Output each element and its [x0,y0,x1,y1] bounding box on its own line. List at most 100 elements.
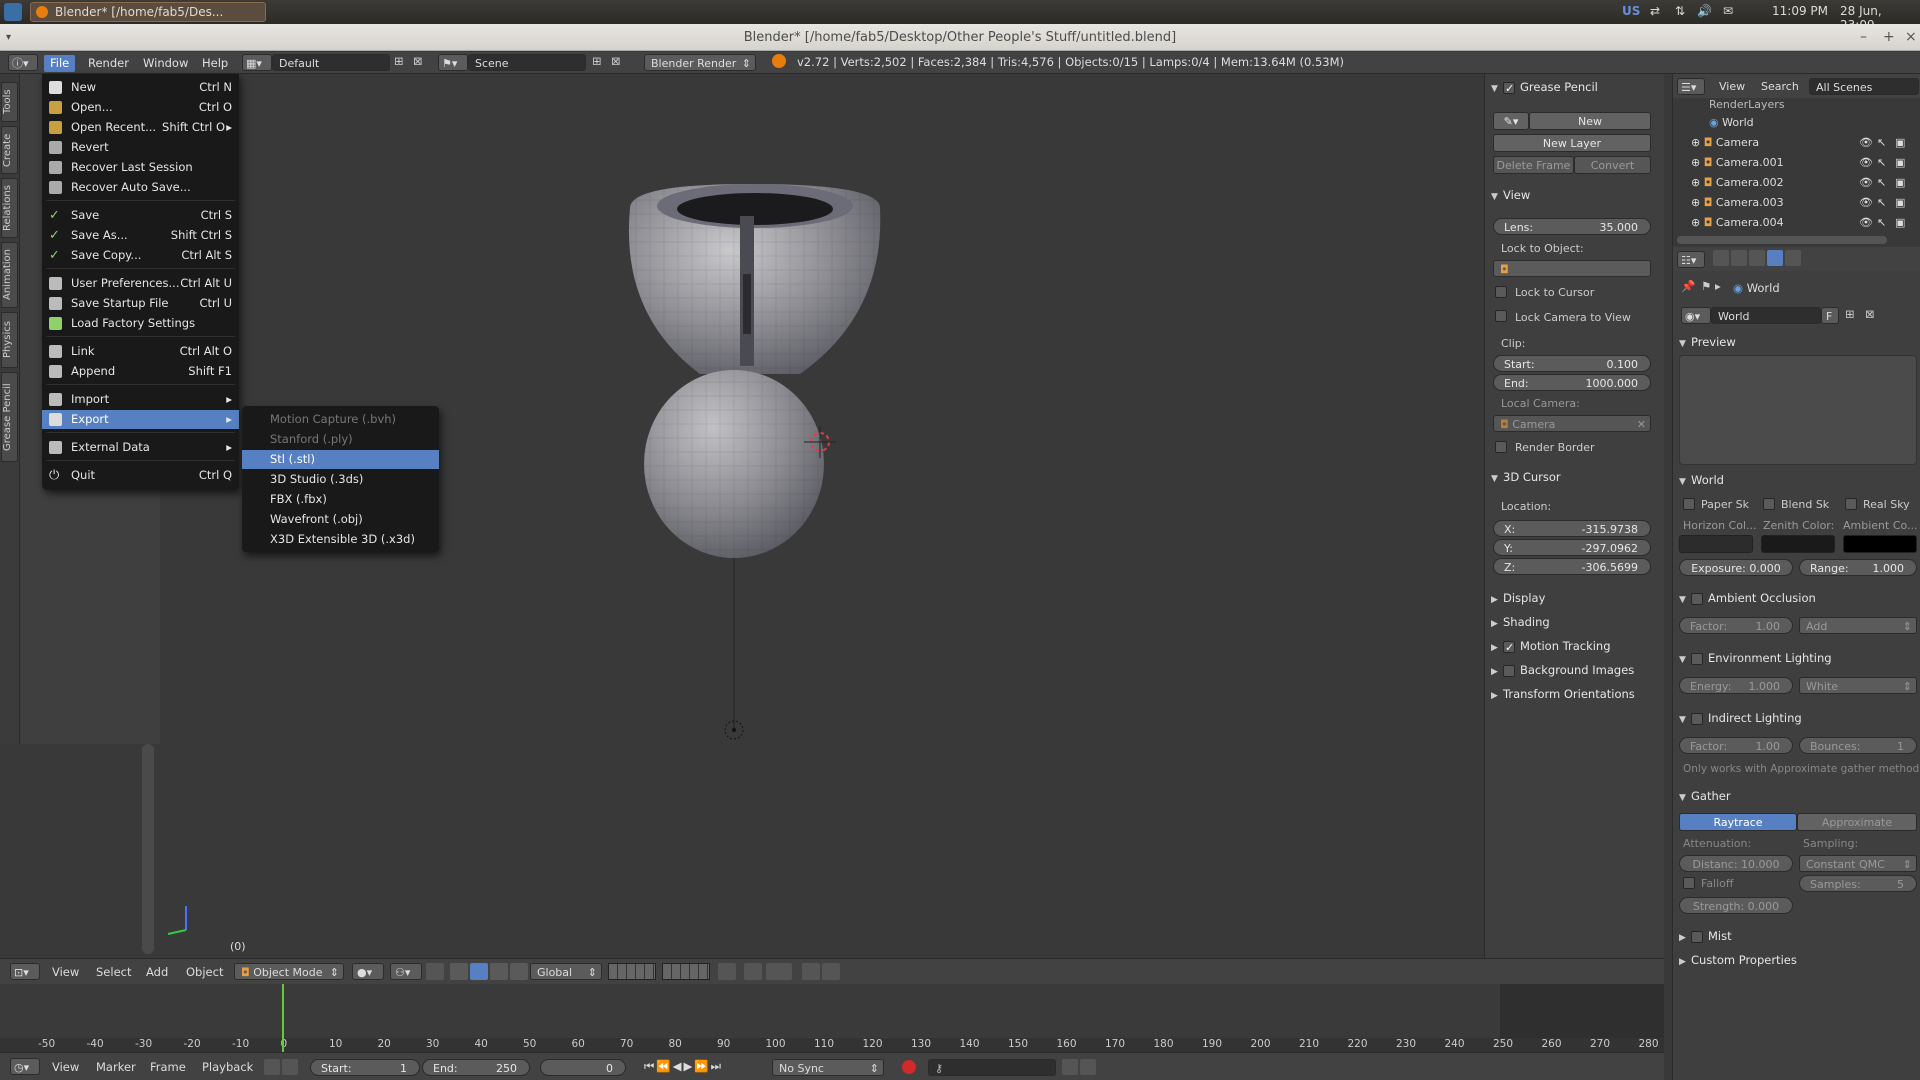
export-item-obj[interactable]: Wavefront (.obj) [242,510,439,529]
section-view[interactable]: ▼ View [1491,186,1530,204]
menu-file[interactable]: File [44,55,76,72]
menu-item-user-prefs[interactable]: User Preferences... Ctrl Alt U [42,274,239,293]
window-menu-icon[interactable]: ▾ [6,24,11,51]
maximize-icon[interactable]: + [1883,24,1895,51]
export-item-stl[interactable]: Stl (.stl) [242,450,439,469]
export-item-x3d[interactable]: X3D Extensible 3D (.x3d) [242,530,439,549]
render-border-checkbox[interactable] [1495,441,1507,453]
samples-field[interactable]: Samples: 5 [1799,875,1917,892]
cursor-z-field[interactable]: Z: -306.5699 [1493,558,1651,575]
bounces-field[interactable]: Bounces: 1 [1799,737,1917,754]
outliner-row[interactable]: ⊕ ◘ Camera.002 👁 ↖ ▣ [1691,176,1919,189]
tab-physics[interactable]: Physics [1,312,18,368]
add-layout-icon[interactable]: ⊞ [394,54,404,68]
close-icon[interactable]: × [1905,24,1917,51]
mail-icon[interactable]: ✉ [1723,4,1733,18]
preview-range-icon[interactable] [264,1059,280,1075]
section-indirect-lighting[interactable]: ▼ Indirect Lighting [1679,709,1802,727]
export-item-fbx[interactable]: FBX (.fbx) [242,490,439,509]
render-icon[interactable]: ▣ [1895,156,1905,169]
add-scene-icon[interactable]: ⊞ [592,54,602,68]
real-sky-checkbox[interactable] [1845,498,1857,510]
start-frame-field[interactable]: Start: 1 [310,1059,420,1076]
section-preview[interactable]: ▼ Preview [1679,333,1736,351]
timeline-menu-frame[interactable]: Frame [150,1060,186,1074]
cursor-y-field[interactable]: Y: -297.0962 [1493,539,1651,556]
scene-icon[interactable]: ⚑▾ [438,54,468,71]
tab-tools[interactable]: Tools [1,82,18,122]
lock-range-icon[interactable] [282,1059,298,1075]
world-name-field[interactable]: World [1711,307,1821,324]
properties-editor-icon[interactable]: ☷▾ [1677,251,1705,268]
timeline-menu-playback[interactable]: Playback [202,1060,253,1074]
keying-set-field[interactable]: ⚷ [928,1059,1056,1076]
outliner-row[interactable]: ⊕ ◘ Camera.004 👁 ↖ ▣ [1691,216,1919,229]
end-frame-field[interactable]: End: 250 [422,1059,530,1076]
render-icon[interactable]: ▣ [1895,176,1905,189]
editor-type-button[interactable]: ⓘ▾ [8,54,38,71]
outliner-scrollbar[interactable] [1677,236,1887,244]
indirect-lighting-checkbox[interactable] [1691,712,1703,725]
approximate-button[interactable]: Approximate [1797,813,1917,831]
section-mist[interactable]: ▶ Mist [1679,927,1732,945]
translate-icon[interactable] [470,963,488,980]
section-3d-cursor[interactable]: ▼ 3D Cursor [1491,468,1561,486]
render-icon[interactable]: ▣ [1895,136,1905,149]
menu-item-open-recent[interactable]: Open Recent... Shift Ctrl O ▸ [42,118,239,137]
outliner-row[interactable]: ⊕ ◘ Camera.003 👁 ↖ ▣ [1691,196,1919,209]
menu-item-export[interactable]: Export ▸ [42,410,239,429]
menu-item-quit[interactable]: ⏻ Quit Ctrl Q [42,466,239,485]
selectable-cursor-icon[interactable]: ↖ [1877,196,1886,209]
cursor-x-field[interactable]: X: -315.9738 [1493,520,1651,537]
lens-field[interactable]: Lens: 35.000 [1493,218,1651,235]
sync-select[interactable]: No Sync ⇕ [772,1059,884,1076]
lock-layers-icon[interactable] [718,963,736,980]
minimize-icon[interactable]: – [1860,24,1867,51]
fake-user-button[interactable]: F [1821,307,1839,324]
remove-layout-icon[interactable]: ⊠ [413,54,423,68]
menu-window[interactable]: Window [137,55,194,72]
delete-keyframe-icon[interactable] [1080,1059,1096,1075]
ubuntu-logo-icon[interactable] [4,3,22,21]
raytrace-button[interactable]: Raytrace [1679,813,1797,831]
lock-cursor-checkbox[interactable] [1495,286,1507,298]
menu-item-recover-auto[interactable]: Recover Auto Save... [42,178,239,197]
render-icon[interactable]: ▣ [1895,216,1905,229]
tab-create[interactable]: Create [1,126,18,174]
exposure-field[interactable]: Exposure: 0.000 [1679,559,1793,576]
grease-pencil-checkbox[interactable] [1503,80,1515,98]
menu-item-append[interactable]: Append Shift F1 [42,362,239,381]
env-lighting-checkbox[interactable] [1691,652,1703,665]
snap-icon[interactable] [766,963,792,980]
strength-field[interactable]: Strength: 0.000 [1679,897,1793,914]
indirect-factor-field[interactable]: Factor: 1.00 [1679,737,1793,754]
layer-grid-1[interactable] [608,963,656,980]
lock-camera-checkbox[interactable] [1495,310,1507,322]
outliner-menu-view[interactable]: View [1719,80,1745,93]
blend-sky-checkbox[interactable] [1763,498,1775,510]
clear-icon[interactable]: ✕ [1637,416,1646,433]
selectable-cursor-icon[interactable]: ↖ [1877,176,1886,189]
playhead[interactable] [282,984,284,1052]
texture-tab-icon[interactable] [1785,250,1801,266]
screen-layout-field[interactable]: Default [272,54,390,71]
outliner-display-mode[interactable]: All Scenes [1809,78,1919,95]
section-custom-properties[interactable]: ▶ Custom Properties [1679,951,1797,969]
render-preview-icon[interactable] [802,963,820,980]
new-layer-button[interactable]: New Layer [1493,134,1651,152]
menu-item-save-copy[interactable]: ✓ Save Copy... Ctrl Alt S [42,246,239,265]
section-motion-tracking[interactable]: ▶ Motion Tracking [1491,637,1611,657]
viewport-menu-select[interactable]: Select [96,965,131,979]
unlink-world-icon[interactable]: ⊠ [1865,307,1875,321]
menu-item-save[interactable]: ✓ Save Ctrl S [42,206,239,225]
selectable-cursor-icon[interactable]: ↖ [1877,136,1886,149]
render-icon[interactable]: ▣ [1895,196,1905,209]
expand-icon[interactable]: ⊕ [1691,156,1704,169]
render-layers-tab-icon[interactable] [1731,250,1747,266]
export-item-3ds[interactable]: 3D Studio (.3ds) [242,470,439,489]
rotate-icon[interactable] [490,963,508,980]
scene-field[interactable]: Scene [468,54,586,71]
menu-item-open[interactable]: Open... Ctrl O [42,98,239,117]
motion-tracking-checkbox[interactable] [1503,639,1515,657]
ao-checkbox[interactable] [1691,592,1703,605]
